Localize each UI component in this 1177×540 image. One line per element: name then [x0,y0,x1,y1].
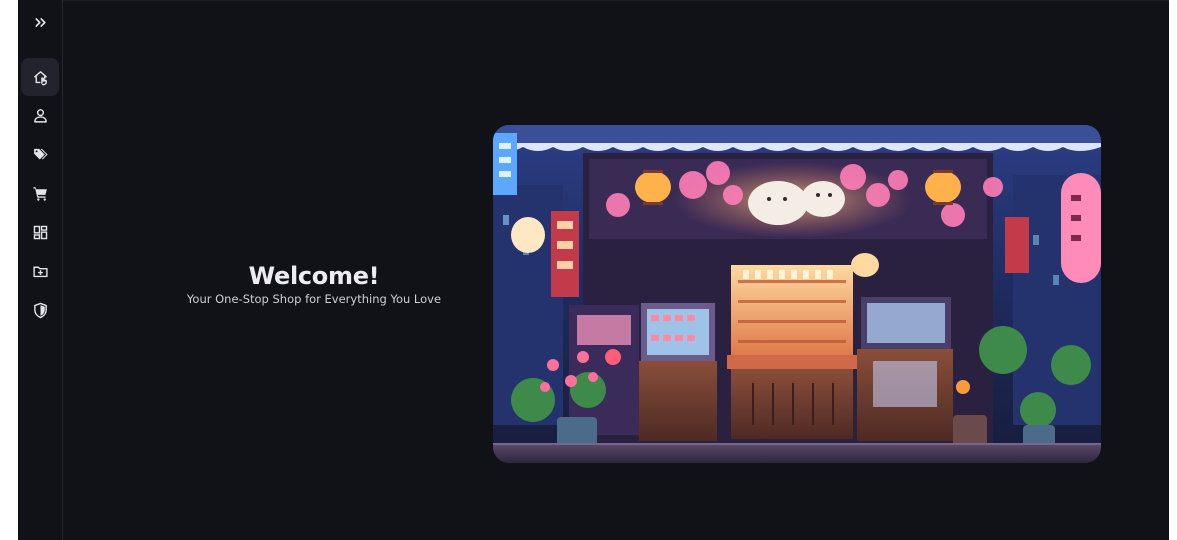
sidebar [18,0,63,540]
sidebar-item-tags[interactable] [21,135,59,173]
tag-icon [32,146,49,163]
sidebar-item-dashboard[interactable] [21,213,59,251]
top-divider [62,0,1169,1]
folder-plus-icon [32,263,49,280]
user-icon [32,107,49,124]
right-gutter [1169,0,1177,540]
left-gutter [0,0,18,540]
page-subtitle: Your One-Stop Shop for Everything You Lo… [186,292,442,306]
sidebar-item-home[interactable] [21,58,59,96]
app-window: Welcome! Your One-Stop Shop for Everythi… [0,0,1177,540]
sidebar-toggle-button[interactable] [21,3,59,41]
chevrons-right-icon [32,14,49,31]
hero-text: Welcome! Your One-Stop Shop for Everythi… [170,262,458,307]
sidebar-item-cart[interactable] [21,174,59,212]
grid-icon [32,224,49,241]
sidebar-item-security[interactable] [21,291,59,329]
hero-shop-illustration [493,125,1101,463]
home-icon [32,69,49,86]
sidebar-item-user[interactable] [21,96,59,134]
page-title: Welcome! [248,262,380,290]
sidebar-item-folder[interactable] [21,252,59,290]
cart-icon [32,185,49,202]
shield-icon [32,302,49,319]
